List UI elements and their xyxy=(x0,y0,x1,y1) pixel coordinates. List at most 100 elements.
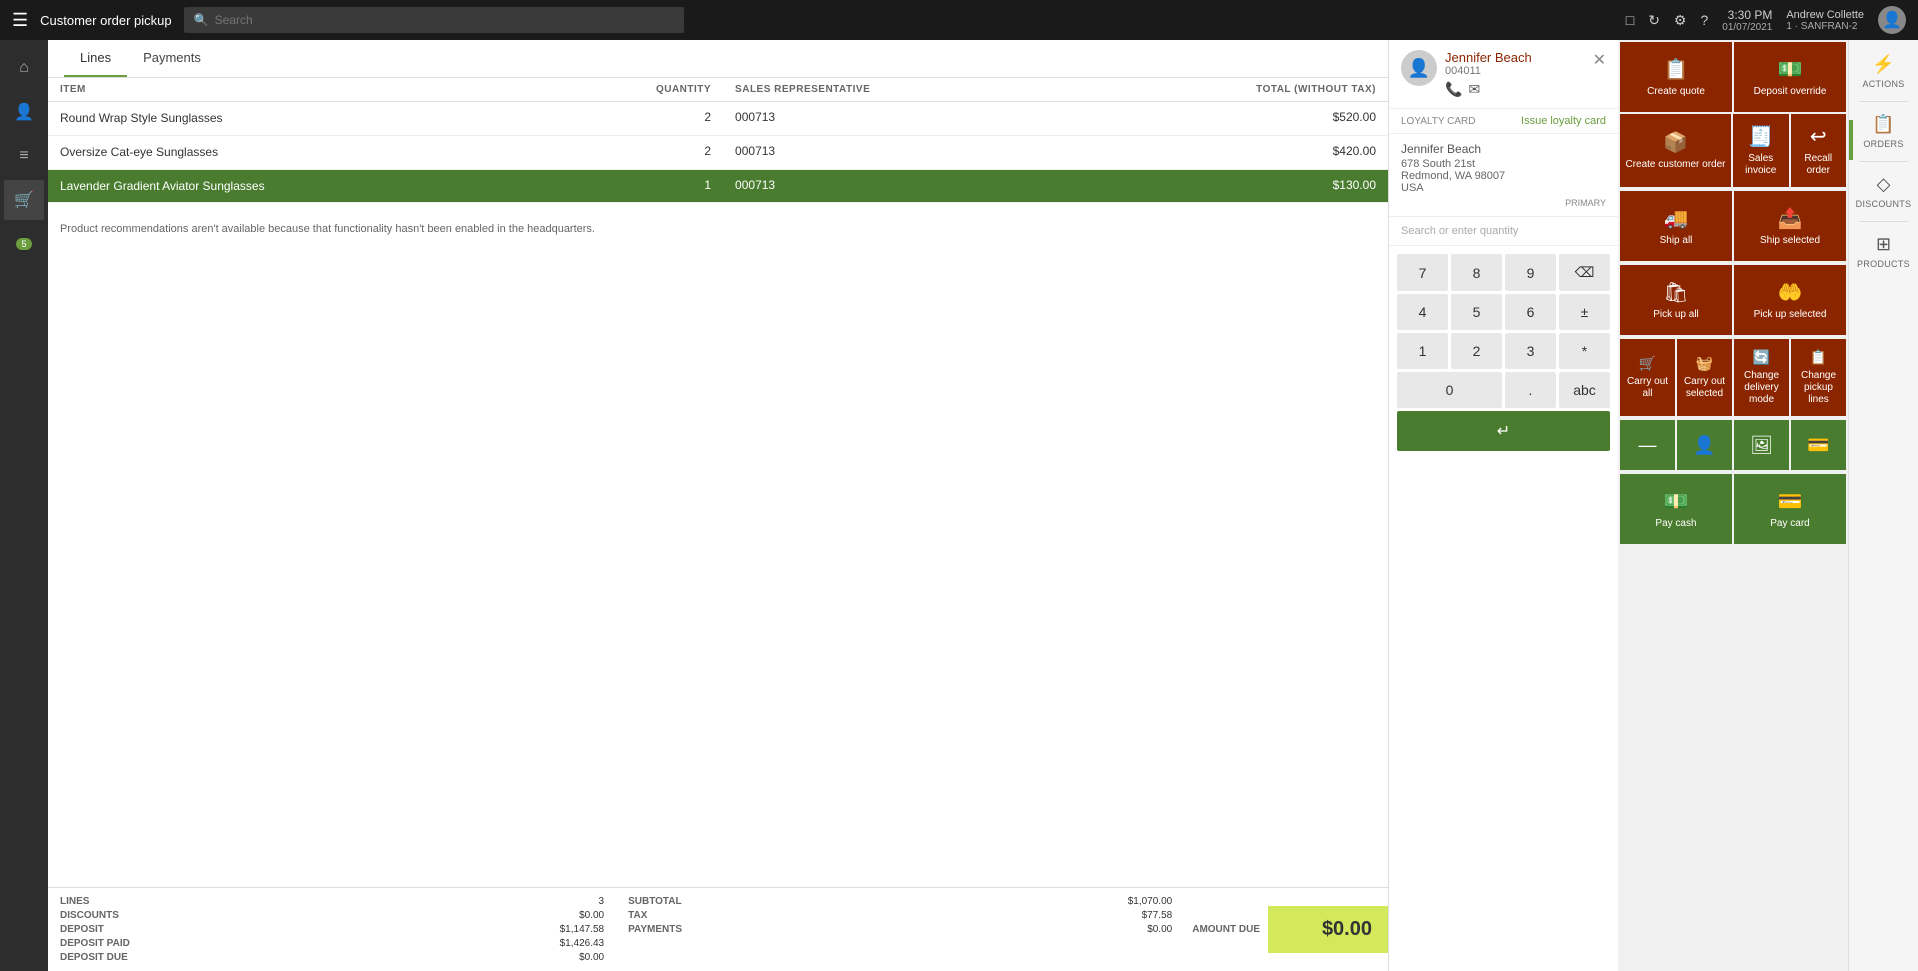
numpad-multiply[interactable]: * xyxy=(1559,333,1610,369)
pickup-selected-button[interactable]: 🤲 Pick up selected xyxy=(1734,265,1846,335)
tabs-bar: Lines Payments xyxy=(48,40,1388,78)
change-pickup-lines-icon: 📋 xyxy=(1810,349,1827,366)
help-icon[interactable]: ? xyxy=(1700,12,1708,28)
email-icon[interactable]: ✉ xyxy=(1468,81,1480,98)
numpad-8[interactable]: 8 xyxy=(1451,254,1502,291)
sidebar-item-actions[interactable]: ⚡ ACTIONS xyxy=(1853,48,1914,95)
pay-card-button[interactable]: 💳 Pay card xyxy=(1734,474,1846,544)
item-rep: 000713 xyxy=(723,102,1072,136)
pay-card-icon: 💳 xyxy=(1778,489,1803,514)
actions-icon: ⚡ xyxy=(1872,54,1894,75)
sidebar-item-orders[interactable]: 📋 ORDERS xyxy=(1853,108,1914,155)
stat-tax: TAX $77.58 xyxy=(628,910,1172,921)
action-card-button[interactable]: 💳 xyxy=(1791,420,1846,470)
recall-order-button[interactable]: ↩ Recall order xyxy=(1791,114,1847,187)
create-quote-button[interactable]: 📋 Create quote xyxy=(1620,42,1732,112)
sidebar-item-discounts[interactable]: ◇ DISCOUNTS xyxy=(1853,168,1914,215)
app-title: Customer order pickup xyxy=(40,13,172,28)
numpad-1[interactable]: 1 xyxy=(1397,333,1448,369)
tab-lines[interactable]: Lines xyxy=(64,40,127,77)
numpad-decimal[interactable]: . xyxy=(1505,372,1556,408)
issue-loyalty-card-link[interactable]: Issue loyalty card xyxy=(1521,115,1606,127)
change-delivery-mode-button[interactable]: 🔄 Change delivery mode xyxy=(1734,339,1789,416)
amount-due-value: $0.00 xyxy=(1268,906,1388,953)
item-quantity-selected: 1 xyxy=(549,169,723,203)
deposit-override-button[interactable]: 💵 Deposit override xyxy=(1734,42,1846,112)
settings-icon[interactable]: ⚙ xyxy=(1674,12,1687,29)
sales-invoice-button[interactable]: 🧾 Sales invoice xyxy=(1733,114,1789,187)
user-avatar[interactable]: 👤 xyxy=(1878,6,1906,34)
action-customer-button[interactable]: 👤 xyxy=(1677,420,1732,470)
numpad-3[interactable]: 3 xyxy=(1505,333,1556,369)
create-customer-order-button[interactable]: 📦 Create customer order xyxy=(1620,114,1731,187)
numpad-6[interactable]: 6 xyxy=(1505,294,1556,330)
carry-out-all-button[interactable]: 🛒 Carry out all xyxy=(1620,339,1675,416)
search-icon: 🔍 xyxy=(194,13,209,27)
sidebar-item-home[interactable]: ⌂ xyxy=(4,48,44,88)
refresh-icon[interactable]: ↻ xyxy=(1648,12,1660,29)
numpad-backspace[interactable]: ⌫ xyxy=(1559,254,1610,291)
search-bar[interactable]: 🔍 xyxy=(184,7,684,33)
products-icon: ⊞ xyxy=(1876,234,1891,255)
col-item: ITEM xyxy=(48,78,549,102)
numpad-9[interactable]: 9 xyxy=(1505,254,1556,291)
action-row-1: 📋 Create quote 💵 Deposit override xyxy=(1618,40,1848,114)
numpad-2[interactable]: 2 xyxy=(1451,333,1502,369)
close-button[interactable]: ✕ xyxy=(1593,50,1606,70)
sidebar-item-customers[interactable]: 👤 xyxy=(4,92,44,132)
left-sidebar: ⌂ 👤 ≡ 🛒 5 xyxy=(0,40,48,971)
customer-icon-btn: 👤 xyxy=(1693,435,1715,456)
stat-deposit-paid: DEPOSIT PAID $1,426.43 xyxy=(60,938,604,949)
table-row[interactable]: Round Wrap Style Sunglasses 2 000713 $52… xyxy=(48,102,1388,136)
item-quantity: 2 xyxy=(549,102,723,136)
item-total: $520.00 xyxy=(1072,102,1388,136)
pay-cash-button[interactable]: 💵 Pay cash xyxy=(1620,474,1732,544)
tab-payments[interactable]: Payments xyxy=(127,40,217,77)
chat-icon[interactable]: □ xyxy=(1626,12,1634,28)
amount-due-section: AMOUNT DUE $0.00 xyxy=(1184,888,1388,971)
item-rep: 000713 xyxy=(723,135,1072,169)
item-name: Oversize Cat-eye Sunglasses xyxy=(48,135,549,169)
numpad-plusminus[interactable]: ± xyxy=(1559,294,1610,330)
create-quote-icon: 📋 xyxy=(1664,57,1689,82)
numpad-4[interactable]: 4 xyxy=(1397,294,1448,330)
deposit-override-icon: 💵 xyxy=(1778,57,1803,82)
numpad-enter[interactable]: ↵ xyxy=(1397,411,1610,451)
table-row-selected[interactable]: Lavender Gradient Aviator Sunglasses 1 0… xyxy=(48,169,1388,203)
phone-icon[interactable]: 📞 xyxy=(1445,81,1462,98)
ship-selected-icon: 📤 xyxy=(1778,206,1803,231)
customer-info: Jennifer Beach 004011 📞 ✉ xyxy=(1445,50,1585,98)
sidebar-item-menu[interactable]: ≡ xyxy=(4,136,44,176)
search-input[interactable] xyxy=(215,13,674,27)
ship-selected-button[interactable]: 📤 Ship selected xyxy=(1734,191,1846,261)
sidebar-badge: 5 xyxy=(4,224,44,264)
action-row-4: 🛍 Pick up all 🤲 Pick up selected xyxy=(1618,263,1848,337)
orders-icon: 📋 xyxy=(1872,114,1894,135)
numpad-7[interactable]: 7 xyxy=(1397,254,1448,291)
sales-invoice-icon: 🧾 xyxy=(1748,124,1773,149)
numpad-0[interactable]: 0 xyxy=(1397,372,1502,408)
carry-out-selected-icon: 🧺 xyxy=(1696,355,1713,372)
numpad-abc[interactable]: abc xyxy=(1559,372,1610,408)
item-rep-selected: 000713 xyxy=(723,169,1072,203)
minus-icon: — xyxy=(1639,435,1657,456)
item-name: Round Wrap Style Sunglasses xyxy=(48,102,549,136)
ship-all-button[interactable]: 🚚 Ship all xyxy=(1620,191,1732,261)
sidebar-item-products[interactable]: ⊞ PRODUCTS xyxy=(1853,228,1914,275)
menu-icon[interactable]: ☰ xyxy=(12,10,28,31)
action-minus-button[interactable]: — xyxy=(1620,420,1675,470)
sidebar-item-cart[interactable]: 🛒 xyxy=(4,180,44,220)
sidebar-divider-2 xyxy=(1859,161,1908,162)
numpad-5[interactable]: 5 xyxy=(1451,294,1502,330)
change-pickup-lines-button[interactable]: 📋 Change pickup lines xyxy=(1791,339,1846,416)
action-image-button[interactable]: 🖼 xyxy=(1734,420,1789,470)
stat-discounts: DISCOUNTS $0.00 xyxy=(60,910,604,921)
carry-out-selected-button[interactable]: 🧺 Carry out selected xyxy=(1677,339,1732,416)
stat-lines: LINES 3 xyxy=(60,896,604,907)
pickup-all-button[interactable]: 🛍 Pick up all xyxy=(1620,265,1732,335)
action-row-5: 🛒 Carry out all 🧺 Carry out selected 🔄 C… xyxy=(1618,337,1848,418)
search-qty-area: Search or enter quantity xyxy=(1389,217,1618,246)
active-indicator xyxy=(1849,120,1853,160)
item-name-selected: Lavender Gradient Aviator Sunglasses xyxy=(48,169,549,203)
table-row[interactable]: Oversize Cat-eye Sunglasses 2 000713 $42… xyxy=(48,135,1388,169)
